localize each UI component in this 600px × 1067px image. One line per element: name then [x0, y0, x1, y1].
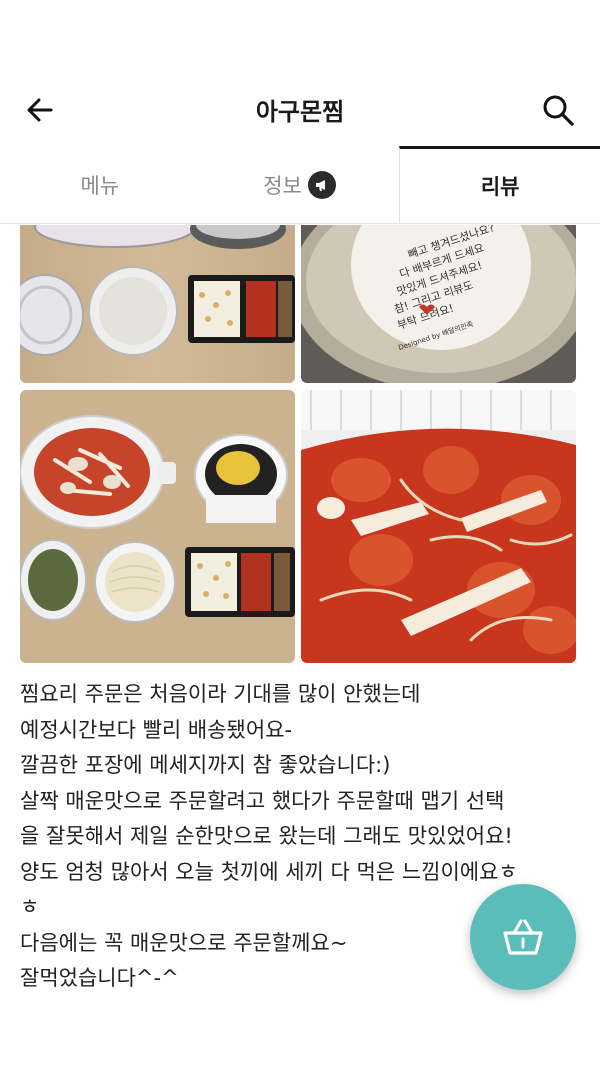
- review-line: 살짝 매운맛으로 주문할려고 했다가 주문할때 맵기 선택: [20, 788, 505, 813]
- search-button[interactable]: [538, 90, 578, 130]
- tab-info-label: 정보: [263, 173, 302, 198]
- cart-fab-button[interactable]: [470, 884, 576, 990]
- review-line: 깔끔한 포장에 메세지까지 참 좋았습니다:): [20, 753, 391, 777]
- app-header: 아구몬찜: [0, 70, 600, 146]
- tab-menu-label: 메뉴: [80, 173, 120, 198]
- page-title: 아구몬찜: [255, 98, 345, 126]
- review-photo-2[interactable]: 빼고 챙겨드셨나요? 다 배부르게 드세요 맛있게 드셔주세요! 참! 그리고 …: [301, 225, 576, 383]
- tab-bar: 메뉴 정보 리뷰: [0, 146, 600, 224]
- review-photo-4[interactable]: [301, 390, 576, 663]
- megaphone-icon: [307, 170, 336, 199]
- basket-icon: [503, 919, 543, 955]
- review-line: 예정시간보다 빨리 배송됐어요-: [20, 717, 293, 742]
- search-icon: [543, 95, 574, 126]
- tab-menu[interactable]: 메뉴: [0, 146, 200, 223]
- review-line: 찜요리 주문은 처음이라 기대를 많이 안했는데: [20, 682, 421, 706]
- tab-info[interactable]: 정보: [200, 146, 400, 223]
- tab-review-label: 리뷰: [480, 175, 520, 199]
- review-photo-1[interactable]: [20, 225, 295, 383]
- review-line: 을 잘못해서 제일 순한맛으로 왔는데 그래도 맛있었어요!: [20, 824, 513, 848]
- review-photo-3[interactable]: [20, 390, 295, 663]
- review-line: 양도 엄청 많아서 오늘 첫끼에 세끼 다 먹은 느낌이에요ㅎ: [20, 859, 518, 884]
- tab-review[interactable]: 리뷰: [399, 146, 600, 223]
